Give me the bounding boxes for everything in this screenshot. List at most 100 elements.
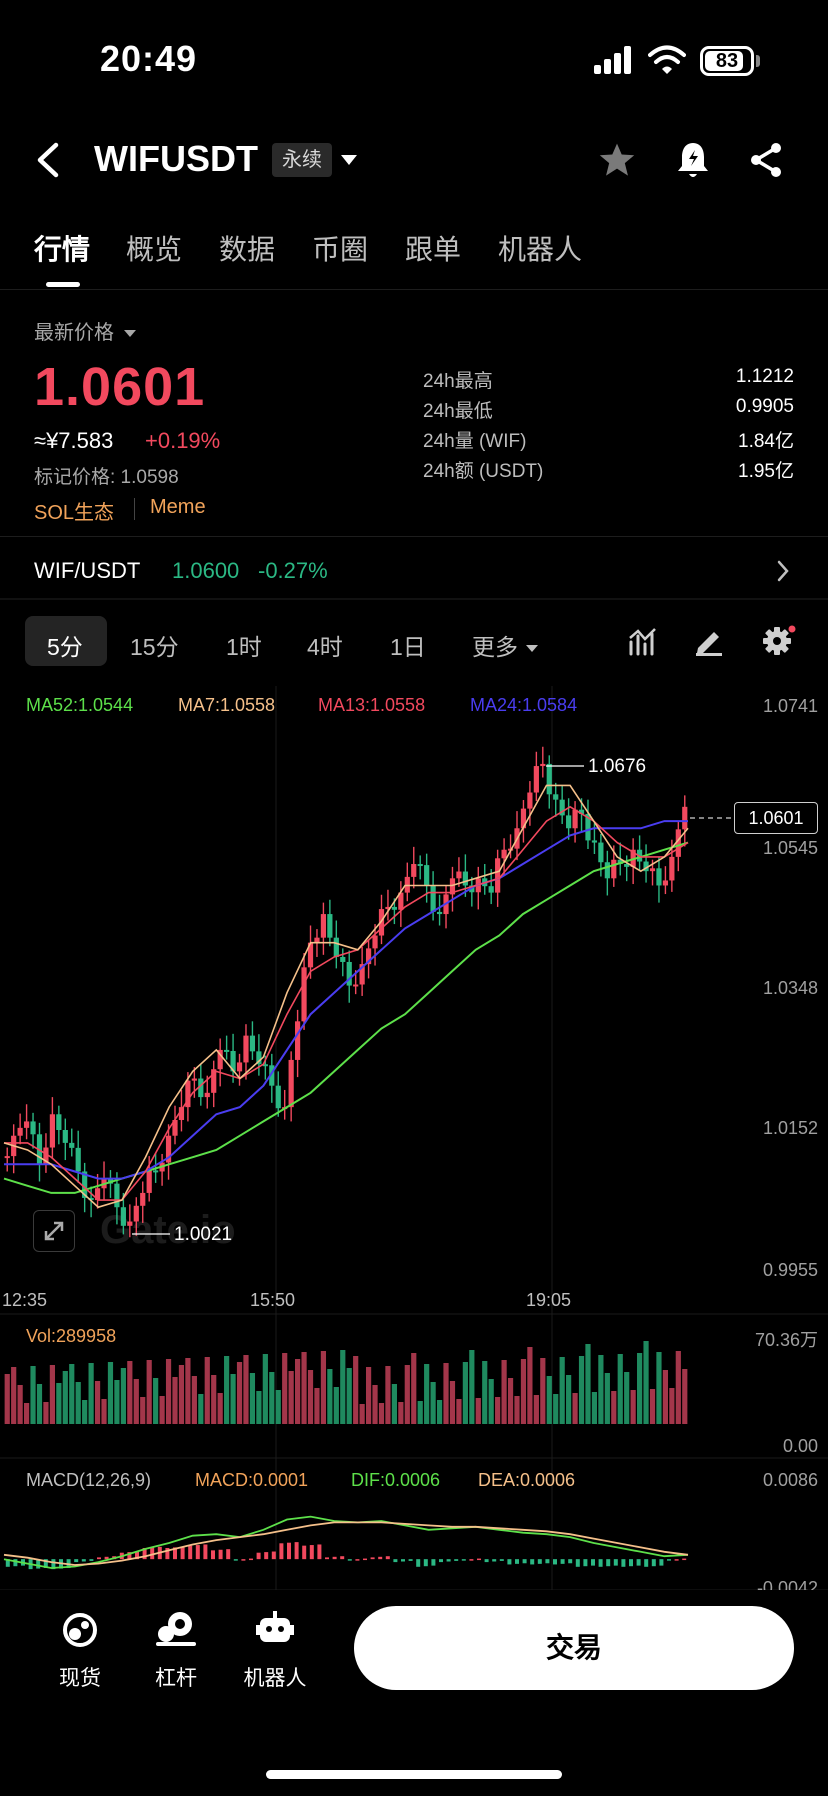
candle-body	[662, 880, 669, 886]
tab-market[interactable]: 行情	[34, 228, 90, 268]
trade-button[interactable]: 交易	[354, 1606, 794, 1690]
candlestick-chart[interactable]: Gate.io	[0, 684, 828, 1590]
macd-histogram-bar	[484, 1559, 489, 1563]
interval-15m[interactable]: 15分	[130, 628, 179, 662]
volume-bar	[624, 1372, 630, 1424]
margin-icon[interactable]	[156, 1610, 196, 1648]
mark-price: 标记价格: 1.0598	[34, 467, 179, 488]
dropdown-caret-icon[interactable]	[340, 154, 358, 166]
chevron-right-icon[interactable]	[776, 560, 790, 582]
volume-bar	[275, 1390, 281, 1424]
volume-bar	[211, 1375, 217, 1424]
pair-title[interactable]: WIFUSDT	[94, 138, 258, 180]
star-icon[interactable]	[598, 142, 636, 178]
tab-data[interactable]: 数据	[219, 228, 275, 268]
macd-histogram-bar	[89, 1559, 94, 1561]
indicator-icon[interactable]	[628, 626, 658, 656]
time-axis-3: 19:05	[526, 1290, 572, 1310]
macd-histogram-bar	[499, 1559, 504, 1561]
share-icon[interactable]	[748, 142, 784, 178]
price-type-selector[interactable]: 最新价格	[34, 316, 136, 345]
candle-body	[391, 906, 397, 910]
volume-bar	[320, 1351, 327, 1424]
volume-bar	[11, 1367, 17, 1424]
candle-body	[527, 792, 533, 809]
back-icon[interactable]	[34, 142, 62, 178]
volume-bar	[443, 1363, 449, 1424]
candle-body	[604, 862, 610, 879]
volume-bar	[224, 1356, 230, 1424]
macd-histogram-bar	[636, 1559, 641, 1566]
tab-overview[interactable]: 概览	[126, 228, 182, 268]
volume-bar	[527, 1347, 533, 1424]
volume-bar	[230, 1374, 236, 1424]
fullscreen-button[interactable]	[33, 1210, 75, 1252]
volume-bar	[62, 1371, 68, 1424]
volume-bar	[417, 1401, 423, 1424]
stat-label-turnover: 24h额 (USDT)	[423, 461, 544, 482]
nav-margin-label[interactable]: 杠杆	[131, 1662, 221, 1692]
tab-copy-trading[interactable]: 跟单	[405, 228, 461, 268]
stat-label-high: 24h最高	[423, 371, 493, 392]
chart-settings-gear-icon[interactable]	[762, 624, 796, 658]
tab-bots[interactable]: 机器人	[498, 228, 582, 268]
candle-body	[288, 1059, 294, 1108]
interval-5m[interactable]: 5分	[47, 628, 83, 662]
volume-bar	[456, 1399, 462, 1424]
tabs-divider	[0, 289, 828, 290]
time-axis-1: 12:35	[2, 1290, 48, 1310]
ma13-label: MA13:1.0558	[318, 695, 426, 715]
nav-bot-label[interactable]: 机器人	[230, 1662, 320, 1692]
tag-sol-ecosystem[interactable]: SOL生态	[34, 496, 114, 525]
candle-body	[598, 842, 604, 863]
tab-community[interactable]: 币圈	[312, 228, 368, 268]
macd-title: MACD(12,26,9)	[26, 1470, 152, 1490]
volume-bar	[314, 1388, 320, 1424]
draw-tool-icon[interactable]	[694, 626, 724, 656]
interval-1h[interactable]: 1时	[226, 628, 262, 662]
stat-value-volume: 1.84亿	[738, 431, 794, 452]
volume-bar	[236, 1362, 243, 1424]
candle-body	[372, 935, 378, 949]
home-indicator[interactable]	[266, 1770, 562, 1779]
tag-meme[interactable]: Meme	[150, 496, 206, 519]
macd-histogram-bar	[629, 1559, 633, 1567]
macd-histogram-bar	[560, 1559, 565, 1564]
macd-histogram-bar	[545, 1559, 550, 1564]
volume-bar	[617, 1354, 623, 1424]
macd-histogram-bar	[325, 1557, 329, 1560]
macd-histogram-bar	[81, 1559, 86, 1562]
volume-bar	[153, 1378, 159, 1424]
spot-icon[interactable]	[62, 1612, 98, 1648]
candle-body	[669, 856, 675, 881]
macd-histogram-bar	[271, 1551, 276, 1560]
last-price: 1.0601	[34, 357, 206, 417]
candle-body	[456, 871, 462, 879]
macd-histogram-bar	[644, 1559, 649, 1567]
volume-bar	[637, 1353, 643, 1424]
volume-bar	[256, 1391, 262, 1424]
candle-body	[275, 1085, 281, 1109]
volume-bar	[585, 1344, 591, 1424]
perpetual-badge: 永续	[272, 143, 332, 177]
interval-4h[interactable]: 4时	[307, 628, 343, 662]
candle-body	[488, 886, 494, 893]
ma52-label: MA52:1.0544	[26, 695, 134, 715]
candle-body	[295, 1021, 301, 1060]
spot-pair-name[interactable]: WIF/USDT	[34, 558, 140, 584]
interval-1d[interactable]: 1日	[390, 628, 426, 662]
candle-body	[424, 865, 430, 886]
robot-icon[interactable]	[256, 1610, 294, 1648]
interval-more[interactable]: 更多	[472, 628, 539, 662]
candle-body	[591, 840, 598, 843]
volume-bar	[185, 1358, 191, 1424]
macd-histogram-bar	[279, 1543, 284, 1560]
price-alert-icon[interactable]	[676, 140, 710, 180]
macd-histogram-bar	[621, 1559, 626, 1567]
candle-body	[301, 967, 307, 1022]
candle-body	[501, 849, 507, 859]
macd-histogram-bar	[454, 1559, 459, 1561]
macd-histogram-bar	[492, 1559, 497, 1562]
stat-value-high: 1.1212	[735, 366, 794, 387]
nav-spot-label[interactable]: 现货	[35, 1662, 125, 1692]
